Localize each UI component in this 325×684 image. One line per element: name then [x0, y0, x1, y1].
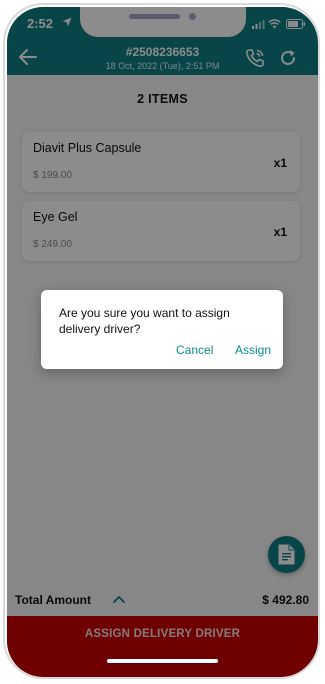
confirm-dialog: Are you sure you want to assign delivery… — [41, 290, 283, 369]
dialog-message: Are you sure you want to assign delivery… — [59, 306, 230, 336]
phone-frame: 2:52 #2508236653 18 Oct, 2022 (Tue), 2:5… — [0, 0, 325, 684]
app-screen: 2:52 #2508236653 18 Oct, 2022 (Tue), 2:5… — [7, 7, 318, 677]
assign-button[interactable]: Assign — [235, 343, 271, 357]
cancel-button[interactable]: Cancel — [176, 343, 213, 357]
home-indicator[interactable] — [107, 659, 218, 663]
